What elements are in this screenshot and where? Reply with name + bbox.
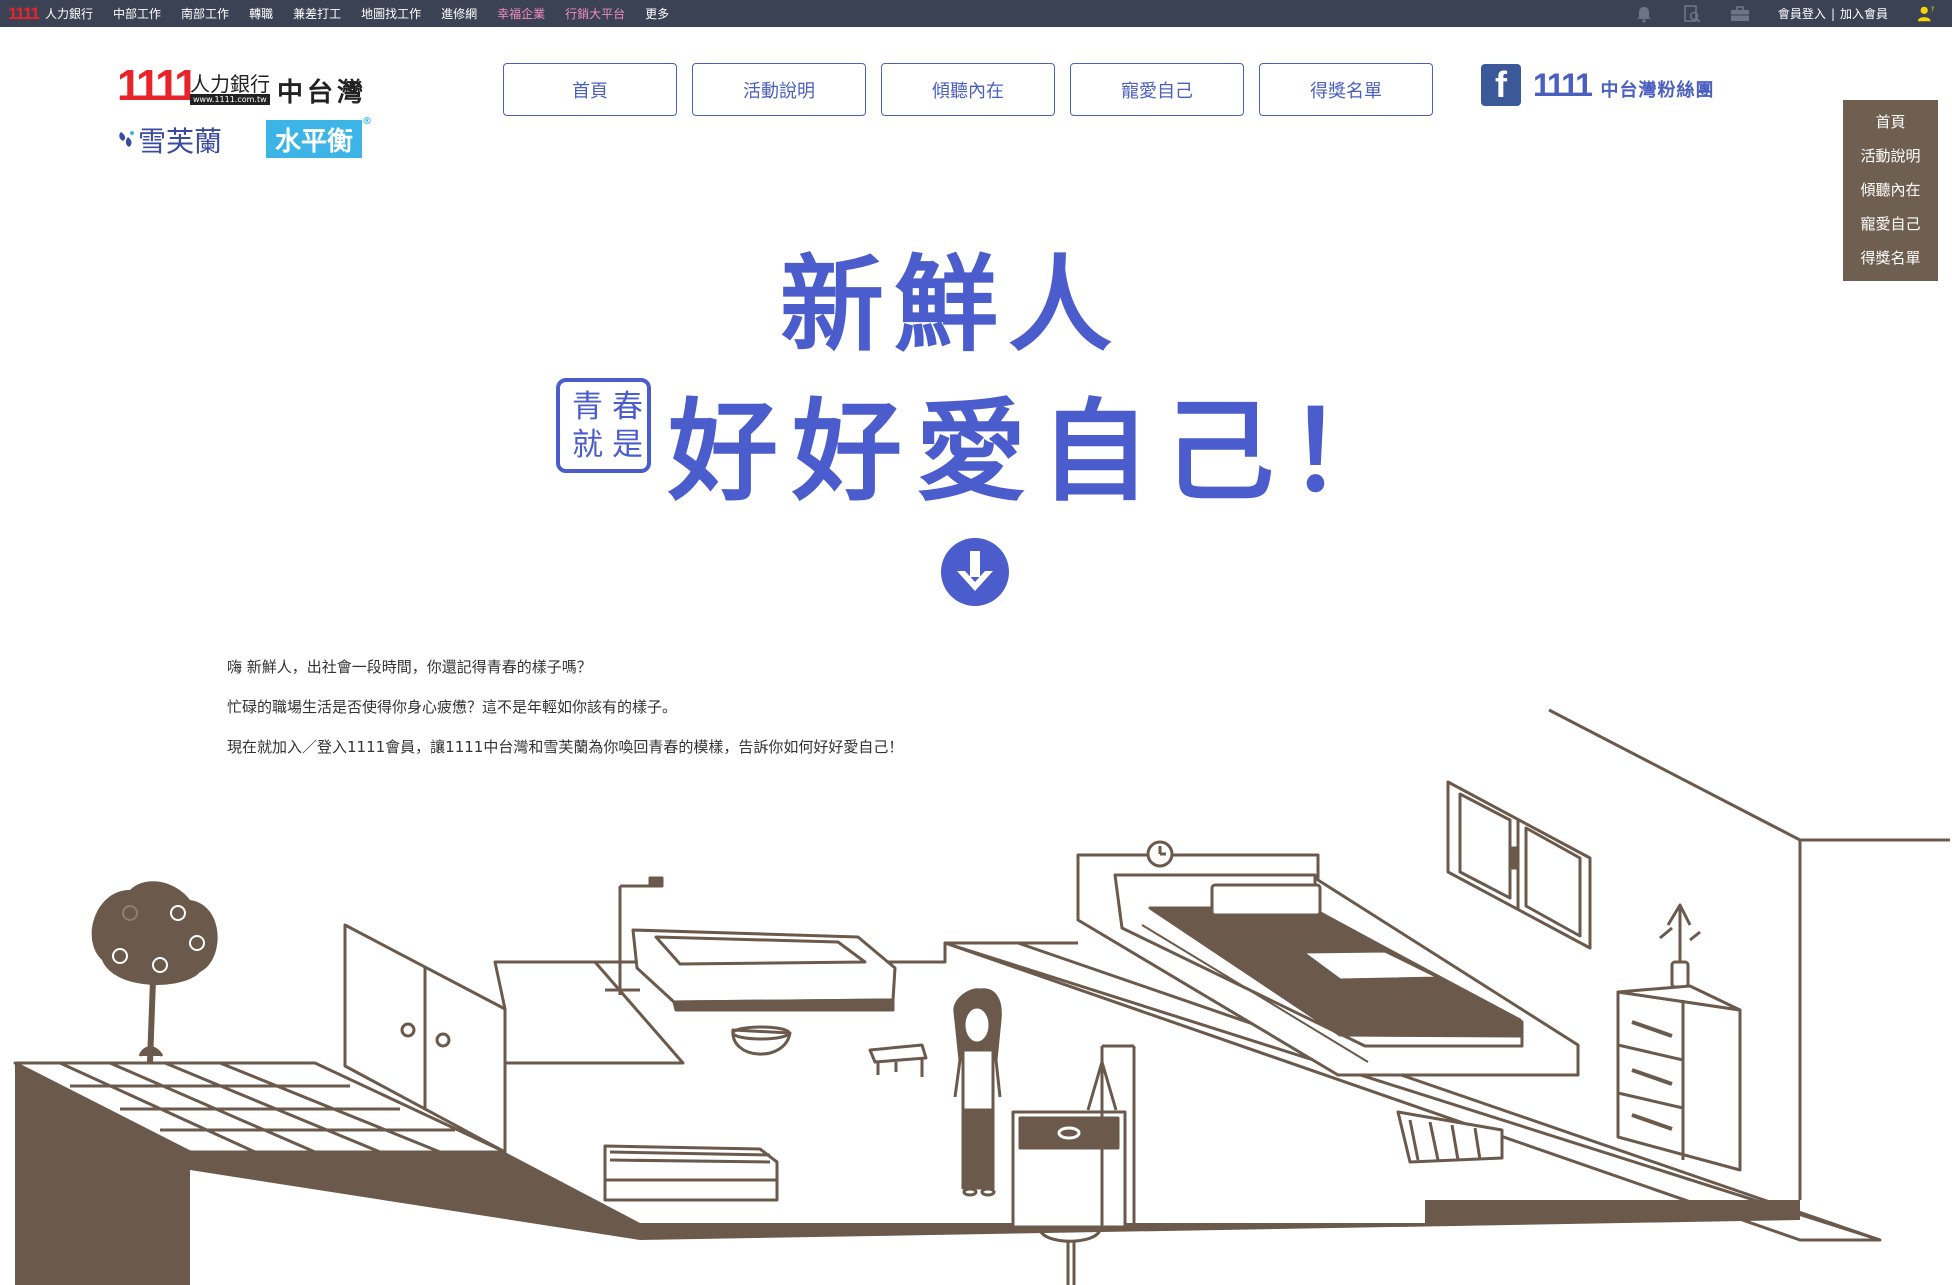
scroll-down-arrow-icon[interactable] — [940, 537, 1010, 607]
facebook-name: 中台灣粉絲團 — [1600, 79, 1715, 101]
wash-basin — [731, 1028, 792, 1056]
nav-button-winners[interactable]: 得獎名單 — [1259, 63, 1433, 116]
top-bar: 1111 人力銀行 中部工作 南部工作 轉職 兼差打工 地圖找工作 進修網 幸福… — [0, 0, 1952, 27]
stool — [868, 1043, 928, 1077]
top-nav-central-jobs[interactable]: 中部工作 — [113, 5, 161, 22]
alarm-clock-icon — [1146, 840, 1174, 868]
top-nav-part-time[interactable]: 兼差打工 — [293, 5, 341, 22]
sponsor-drop-icon — [119, 131, 134, 147]
side-nav-listen[interactable]: 傾聽內在 — [1843, 173, 1938, 207]
briefcase-icon[interactable] — [1730, 4, 1750, 24]
svg-text:?: ? — [1931, 4, 1935, 13]
bell-icon[interactable] — [1634, 4, 1654, 24]
registered-mark: ® — [362, 116, 372, 127]
room-illustration — [13, 708, 1950, 1285]
logo-bank-text: 人力銀行 — [190, 72, 270, 96]
logo-number: 1111 — [117, 61, 199, 110]
top-nav-education[interactable]: 進修網 — [441, 5, 477, 22]
top-nav-more[interactable]: 更多 — [645, 5, 669, 22]
side-nav-winners[interactable]: 得獎名單 — [1843, 241, 1938, 275]
top-nav-map-jobs[interactable]: 地圖找工作 — [361, 5, 421, 22]
hero-title-line2: 好好愛自己！ — [668, 387, 1412, 516]
top-nav-career-change[interactable]: 轉職 — [249, 5, 273, 22]
sponsor-logo-snowflower[interactable]: 雪芙蘭 — [117, 120, 222, 160]
top-nav-south-jobs[interactable]: 南部工作 — [181, 5, 229, 22]
side-nav-home[interactable]: 首頁 — [1843, 105, 1938, 139]
facebook-fanpage-link[interactable]: f 1111 中台灣粉絲團 — [1481, 64, 1714, 106]
sponsor1-name: 雪芙蘭 — [138, 125, 223, 158]
seal-char-3: 是 — [612, 427, 643, 463]
sponsor-logo-water-balance[interactable]: 水平衡 ® — [266, 116, 372, 158]
top-nav-job-bank[interactable]: 人力銀行 — [45, 5, 93, 22]
logo-region: 中台灣 — [277, 78, 368, 108]
side-nav-activity[interactable]: 活動說明 — [1843, 139, 1938, 173]
hero-title-line1: 新鮮人 — [780, 243, 1123, 366]
youth-seal: 春 青 是 就 — [556, 378, 651, 473]
girl-character — [953, 988, 1002, 1197]
seal-char-0: 青 — [572, 389, 603, 425]
side-nav-pamper[interactable]: 寵愛自己 — [1843, 207, 1938, 241]
side-nav: 首頁 活動說明 傾聽內在 寵愛自己 得獎名單 — [1843, 100, 1938, 281]
nav-button-listen[interactable]: 傾聽內在 — [881, 63, 1055, 116]
seal-char-1: 春 — [612, 389, 643, 425]
bathtub — [605, 876, 897, 1012]
logo-url: www.1111.com.tw — [190, 94, 270, 105]
brand-logo[interactable]: 1111 — [8, 4, 40, 24]
facebook-number: 1111 — [1533, 66, 1593, 103]
seal-char-2: 就 — [572, 427, 603, 463]
sponsor2-name: 水平衡 — [274, 126, 353, 157]
sink-cabinet — [1011, 1044, 1136, 1285]
join-member-link[interactable]: 加入會員 — [1840, 5, 1888, 22]
site-logo[interactable]: 1111 人力銀行 www.1111.com.tw 中台灣 雪芙蘭 水平衡 ® — [117, 64, 377, 164]
main-nav: 首頁 活動說明 傾聽內在 寵愛自己 得獎名單 — [503, 63, 1448, 116]
nav-button-home[interactable]: 首頁 — [503, 63, 677, 116]
facebook-icon: f — [1481, 64, 1521, 106]
search-doc-icon[interactable] — [1682, 4, 1702, 24]
top-bar-right: 會員登入 | 加入會員 ? — [1634, 0, 1952, 27]
intro-line-1: 嗨 新鮮人，出社會一段時間，你還記得青春的樣子嗎？ — [227, 658, 592, 676]
top-nav-marketing[interactable]: 行銷大平台 — [565, 5, 625, 22]
laundry-basket — [1396, 1110, 1504, 1164]
nav-button-pamper[interactable]: 寵愛自己 — [1070, 63, 1244, 116]
tree — [91, 881, 218, 1063]
member-login-link[interactable]: 會員登入 — [1778, 5, 1826, 22]
login-separator: | — [1830, 6, 1835, 21]
dresser — [1616, 984, 1742, 1172]
top-nav-happy-enterprise[interactable]: 幸福企業 — [497, 5, 545, 22]
storage-crate — [603, 1144, 779, 1202]
window — [1446, 780, 1592, 950]
user-help-icon[interactable]: ? — [1916, 4, 1936, 24]
facebook-label: 1111 中台灣粉絲團 — [1533, 67, 1714, 104]
nav-button-activity[interactable]: 活動說明 — [692, 63, 866, 116]
flower-vase — [1659, 903, 1701, 989]
